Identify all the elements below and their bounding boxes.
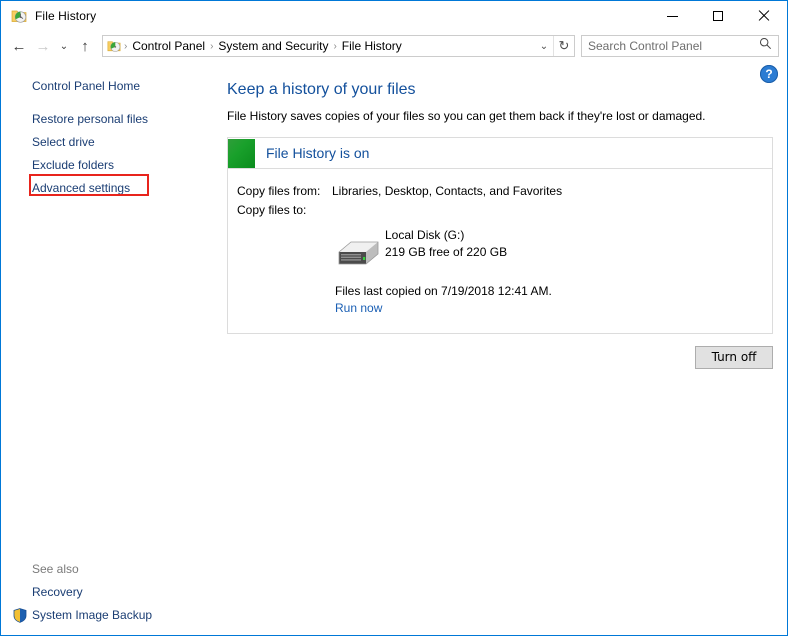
minimize-icon (666, 15, 678, 17)
see-also-section: See also Recovery System Image Backup (1, 562, 223, 635)
sidebar: Control Panel Home Restore personal file… (1, 61, 223, 635)
up-button[interactable]: ↑ (73, 34, 97, 58)
copy-files-to-row: Copy files to: (228, 203, 772, 222)
copy-files-to-label: Copy files to: (237, 203, 307, 217)
status-text: File History is on (266, 145, 370, 161)
main-pane: Keep a history of your files File Histor… (223, 61, 787, 635)
page-title: Keep a history of your files (227, 81, 416, 98)
address-bar[interactable]: › Control Panel › System and Security › … (102, 35, 575, 57)
close-icon (758, 10, 770, 22)
turn-off-button[interactable]: Turn off (695, 346, 773, 369)
copy-files-from-row: Copy files from: Libraries, Desktop, Con… (228, 184, 772, 203)
copy-files-to-value (332, 203, 772, 217)
status-indicator (228, 138, 255, 168)
see-also-recovery-label: Recovery (32, 585, 83, 599)
sidebar-item-control-panel-home[interactable]: Control Panel Home (1, 75, 223, 98)
close-button[interactable] (741, 1, 787, 31)
title-bar: File History (1, 1, 787, 31)
file-history-icon (11, 8, 27, 24)
drive-info: Local Disk (G:) 219 GB free of 220 GB (381, 225, 507, 261)
window-controls (649, 1, 787, 31)
refresh-icon[interactable]: ↻ (553, 36, 574, 56)
search-icon (759, 37, 772, 55)
status-panel: File History is on Copy files from: Libr… (227, 137, 773, 334)
minimize-button[interactable] (649, 1, 695, 31)
address-file-history-icon (107, 39, 121, 53)
uac-shield-icon (13, 608, 27, 623)
content-area: ? Control Panel Home Restore personal fi… (1, 61, 787, 635)
search-box[interactable] (581, 35, 779, 57)
file-history-window: File History ← → ⌄ ↑ › Control Panel › S… (0, 0, 788, 636)
window-title: File History (35, 9, 97, 23)
page-description: File History saves copies of your files … (227, 109, 706, 123)
breadcrumb-file-history[interactable]: File History (338, 39, 406, 53)
chevron-down-icon[interactable]: ⌄ (535, 41, 553, 52)
run-now-link[interactable]: Run now (228, 300, 772, 317)
see-also-system-image-backup[interactable]: System Image Backup (1, 604, 223, 627)
target-drive-row: Local Disk (G:) 219 GB free of 220 GB (228, 225, 772, 269)
last-copied-text: Files last copied on 7/19/2018 12:41 AM. (335, 284, 552, 298)
breadcrumb-system-and-security[interactable]: System and Security (214, 39, 332, 53)
search-input[interactable] (588, 39, 759, 53)
copy-files-from-value: Libraries, Desktop, Contacts, and Favori… (332, 184, 563, 198)
recent-locations-button[interactable]: ⌄ (55, 34, 73, 58)
button-row: Turn off (227, 346, 773, 369)
sidebar-item-restore-personal-files[interactable]: Restore personal files (1, 108, 223, 131)
sidebar-item-advanced-settings[interactable]: Advanced settings (1, 177, 223, 200)
drive-name: Local Disk (G:) (385, 228, 465, 242)
breadcrumb-control-panel[interactable]: Control Panel (128, 39, 209, 53)
status-panel-header: File History is on (228, 138, 772, 169)
maximize-icon (713, 11, 723, 21)
see-also-recovery[interactable]: Recovery (1, 581, 223, 604)
see-also-system-image-backup-label: System Image Backup (32, 608, 153, 622)
maximize-button[interactable] (695, 1, 741, 31)
sidebar-item-exclude-folders[interactable]: Exclude folders (1, 154, 223, 177)
copy-files-from-label: Copy files from: (237, 184, 321, 198)
back-button[interactable]: ← (7, 34, 31, 58)
address-bar-row: ← → ⌄ ↑ › Control Panel › System and Sec… (1, 31, 787, 61)
status-panel-body: Copy files from: Libraries, Desktop, Con… (228, 169, 772, 333)
see-also-title: See also (32, 562, 79, 576)
sidebar-item-select-drive[interactable]: Select drive (1, 131, 223, 154)
external-hard-drive-icon (333, 229, 381, 269)
forward-button: → (35, 37, 51, 55)
drive-capacity: 219 GB free of 220 GB (385, 245, 508, 259)
